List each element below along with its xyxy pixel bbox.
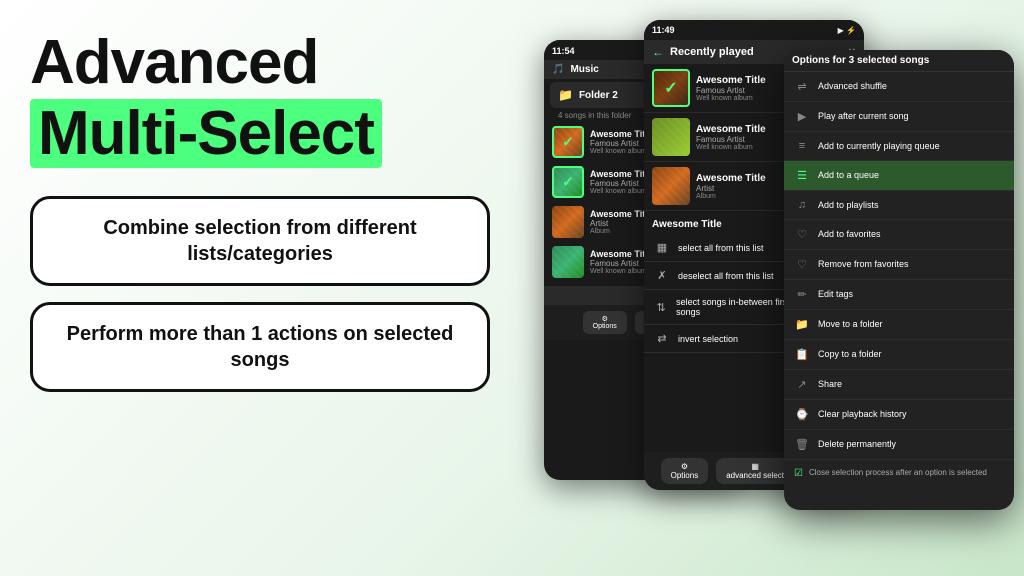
pm-advanced-btn[interactable]: ▦ advanced select — [716, 458, 794, 484]
pm-menu-label-1: select all from this list — [678, 243, 764, 253]
pf-item-add-queue[interactable]: ☰ Add to a queue — [784, 161, 1014, 191]
pf-icon-play-after: ▶ — [794, 110, 810, 123]
pf-item-copy-folder[interactable]: 📋 Copy to a folder — [784, 340, 1014, 370]
pf-label-delete: Delete permanently — [818, 439, 896, 450]
pm-thumb-3 — [652, 167, 690, 205]
pb-thumb-1: ✓ — [552, 126, 584, 158]
pm-check-1: ✓ — [654, 71, 688, 105]
pm-time: 11:49 — [652, 25, 675, 35]
pf-header: Options for 3 selected songs — [784, 50, 1014, 72]
pf-footer: ☑ Close selection process after an optio… — [784, 460, 1014, 487]
pf-label-remove-favorites: Remove from favorites — [818, 259, 909, 270]
pf-label-move-folder: Move to a folder — [818, 319, 883, 330]
pb-time: 11:54 — [552, 46, 575, 56]
right-panel: 11:54 ▶ ⚡ 🎵 Music 📁 Folder 2 4 songs in … — [524, 0, 1024, 576]
pf-icon-add-playlist: ♫ — [794, 199, 810, 211]
pf-item-play-after[interactable]: ▶ Play after current song — [784, 102, 1014, 132]
pf-item-remove-favorites[interactable]: ♡ Remove from favorites — [784, 250, 1014, 280]
pf-icon-clear-history: ⌚ — [794, 408, 810, 421]
pb-folder-name: Folder 2 — [579, 90, 618, 101]
pf-label-add-queue-playing: Add to currently playing queue — [818, 141, 940, 152]
pb-check-2: ✓ — [562, 174, 574, 191]
pb-folder-icon: 📁 — [558, 88, 573, 102]
pf-label-share: Share — [818, 379, 842, 390]
pf-icon-add-queue-playing: ≡ — [794, 140, 810, 152]
pm-status-icons: ▶ ⚡ — [838, 26, 856, 35]
pb-thumb-3 — [552, 206, 584, 238]
pf-label-shuffle: Advanced shuffle — [818, 81, 887, 92]
pf-item-add-playlist[interactable]: ♫ Add to playlists — [784, 191, 1014, 220]
pf-item-delete[interactable]: 🗑 Delete permanently — [784, 430, 1014, 460]
feature-box-2: Perform more than 1 actions on selected … — [30, 302, 490, 392]
pf-label-clear-history: Clear playback history — [818, 409, 907, 420]
pf-icon-move-folder: 📁 — [794, 318, 810, 331]
pf-label-add-favorites: Add to favorites — [818, 229, 881, 240]
pf-label-add-playlist: Add to playlists — [818, 200, 879, 211]
pb-options-btn[interactable]: ⚙ Options — [583, 311, 627, 334]
pb-thumb-4 — [552, 246, 584, 278]
pm-menu-label-4: invert selection — [678, 334, 738, 344]
feature-text-2: Perform more than 1 actions on selected … — [57, 321, 463, 373]
phone-front: Options for 3 selected songs ⇌ Advanced … — [784, 50, 1014, 510]
pm-menu-icon-2: ✗ — [654, 269, 670, 282]
heading-line2: Multi-Select — [30, 99, 382, 168]
pf-item-edit-tags[interactable]: ✏ Edit tags — [784, 280, 1014, 310]
pf-icon-shuffle: ⇌ — [794, 80, 810, 93]
pf-icon-edit-tags: ✏ — [794, 288, 810, 301]
pf-icon-add-queue: ☰ — [794, 169, 810, 182]
pb-check-1: ✓ — [562, 134, 574, 151]
pm-options-btn[interactable]: ⚙ Options — [661, 458, 709, 484]
pf-item-add-queue-playing[interactable]: ≡ Add to currently playing queue — [784, 132, 1014, 161]
pf-footer-text: Close selection process after an option … — [809, 468, 987, 478]
left-panel: Advanced Multi-Select Combine selection … — [30, 30, 490, 392]
pf-item-shuffle[interactable]: ⇌ Advanced shuffle — [784, 72, 1014, 102]
pf-icon-add-favorites: ♡ — [794, 228, 810, 241]
pf-label-add-queue: Add to a queue — [818, 170, 879, 181]
pm-thumb-1: ✓ — [652, 69, 690, 107]
pf-item-clear-history[interactable]: ⌚ Clear playback history — [784, 400, 1014, 430]
pm-menu-icon-3: ⇅ — [654, 301, 668, 314]
pf-footer-check-icon: ☑ — [794, 468, 803, 479]
pf-item-move-folder[interactable]: 📁 Move to a folder — [784, 310, 1014, 340]
pf-label-copy-folder: Copy to a folder — [818, 349, 882, 360]
heading-line1: Advanced — [30, 30, 490, 95]
pf-icon-remove-favorites: ♡ — [794, 258, 810, 271]
pb-thumb-2: ✓ — [552, 166, 584, 198]
feature-text-1: Combine selection from different lists/c… — [57, 215, 463, 267]
pf-icon-share: ↗ — [794, 378, 810, 391]
pf-label-edit-tags: Edit tags — [818, 289, 853, 300]
pm-menu-icon-1: ▦ — [654, 241, 670, 254]
pf-icon-delete: 🗑 — [794, 438, 810, 451]
pm-back-icon[interactable]: ← — [652, 45, 664, 59]
pf-item-add-favorites[interactable]: ♡ Add to favorites — [784, 220, 1014, 250]
pm-menu-icon-4: ⇄ — [654, 332, 670, 345]
pf-icon-copy-folder: 📋 — [794, 348, 810, 361]
pm-header: 11:49 ▶ ⚡ — [644, 20, 864, 40]
pf-item-share[interactable]: ↗ Share — [784, 370, 1014, 400]
pb-music-label: Music — [570, 64, 598, 75]
pf-label-play-after: Play after current song — [818, 111, 909, 122]
feature-box-1: Combine selection from different lists/c… — [30, 196, 490, 286]
pm-thumb-2 — [652, 118, 690, 156]
pm-menu-label-2: deselect all from this list — [678, 271, 774, 281]
pb-music-icon: 🎵 — [552, 64, 564, 75]
